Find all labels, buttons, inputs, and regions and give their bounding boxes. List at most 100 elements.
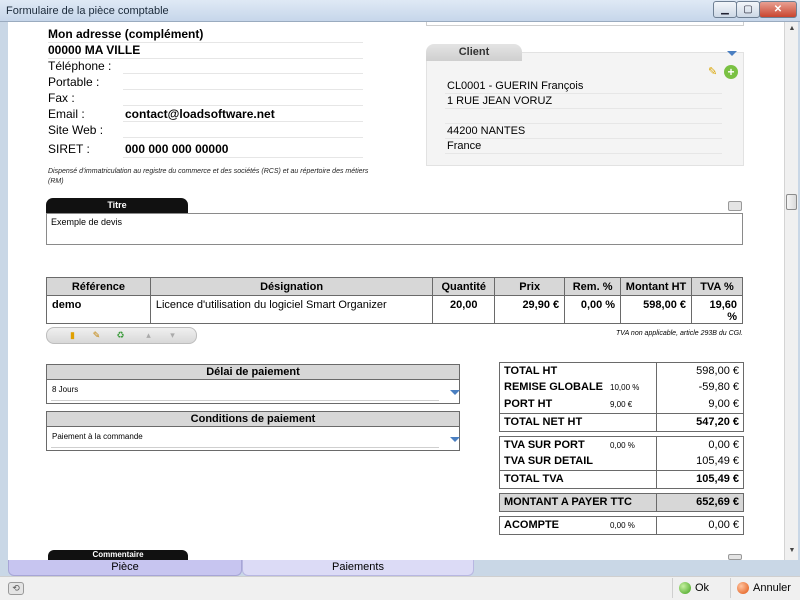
tva-detail-value: 105,49 €	[696, 455, 739, 467]
company-address: Mon adresse (complément)	[48, 27, 204, 41]
table-row[interactable]: demo Licence d'utilisation du logiciel S…	[46, 295, 743, 324]
add-icon[interactable]: +	[724, 65, 738, 79]
scroll-up-icon[interactable]: ▲	[787, 25, 797, 35]
remise-row: REMISE GLOBALE 10,00 % -59,80 €	[499, 379, 744, 396]
cell-reference[interactable]: demo	[46, 295, 151, 324]
conditions-select[interactable]: Paiement à la commande	[46, 427, 460, 451]
arrow-down-icon[interactable]: ▾	[167, 330, 178, 341]
siret-value[interactable]: 000 000 000 00000	[125, 142, 228, 156]
total-tva-value: 105,49 €	[696, 473, 739, 485]
fax-field[interactable]	[123, 105, 363, 106]
line-toolbar: ▮ ✎ ♻ ▴ ▾	[46, 327, 197, 344]
vat-note: TVA non applicable, article 293B du CGI.	[616, 330, 743, 337]
tva-detail-label: TVA SUR DETAIL	[504, 455, 594, 467]
divider	[51, 447, 439, 448]
arrow-up-icon[interactable]: ▴	[143, 330, 154, 341]
column-header: Rem. %	[564, 277, 622, 296]
titre-field[interactable]: Exemple de devis	[46, 213, 743, 245]
scroll-down-icon[interactable]: ▼	[787, 547, 797, 557]
conditions-header: Conditions de paiement	[46, 411, 460, 427]
recycle-icon[interactable]: ♻	[115, 330, 126, 341]
cell-discount[interactable]: 0,00 %	[564, 295, 622, 324]
ok-button[interactable]: Ok	[672, 578, 728, 598]
ttc-row: MONTANT A PAYER TTC 652,69 €	[499, 493, 744, 512]
tva-port-rate[interactable]: 0,00 %	[610, 441, 635, 450]
total-tva-label: TOTAL TVA	[504, 473, 564, 485]
titre-tab: Titre	[46, 198, 188, 214]
client-line: CL0001 - GUERIN François	[447, 80, 584, 92]
port-value: 9,00 €	[708, 398, 739, 410]
siret-label: SIRET :	[48, 142, 90, 156]
net-ht-label: TOTAL NET HT	[504, 416, 583, 428]
scroll-thumb[interactable]	[786, 194, 797, 210]
port-label: PORT HT	[504, 398, 553, 410]
column-header: Montant HT	[620, 277, 692, 296]
vertical-scrollbar[interactable]: ▲ ▼	[784, 22, 798, 560]
column-header: Désignation	[149, 277, 434, 296]
client-tab: Client	[426, 44, 522, 61]
printer-icon[interactable]	[728, 201, 742, 211]
tva-detail-row: TVA SUR DETAIL 105,49 €	[499, 453, 744, 470]
delay-select[interactable]: 8 Jours	[46, 380, 460, 404]
acompte-rate-input[interactable]: 0,00 %	[610, 521, 635, 530]
remise-label: REMISE GLOBALE	[504, 381, 604, 393]
mobile-field[interactable]	[123, 89, 363, 90]
phone-field[interactable]	[123, 73, 363, 74]
divider	[445, 123, 722, 124]
edit-line-icon[interactable]: ✎	[91, 330, 102, 341]
website-field[interactable]	[123, 137, 363, 138]
tab-piece[interactable]: Pièce	[8, 560, 242, 576]
divider	[123, 157, 363, 158]
minimize-button[interactable]: ▁	[713, 1, 737, 18]
remise-value: -59,80 €	[698, 381, 739, 393]
back-icon[interactable]: ⟲	[8, 582, 24, 595]
bottom-tabs: Pièce Paiements	[8, 560, 784, 576]
company-city: 00000 MA VILLE	[48, 43, 141, 57]
net-ht-value: 547,20 €	[696, 416, 739, 428]
total-tva-row: TOTAL TVA 105,49 €	[499, 470, 744, 489]
maximize-button[interactable]: ▢	[736, 1, 760, 18]
window-title: Formulaire de la pièce comptable	[6, 5, 169, 17]
tab-paiements[interactable]: Paiements	[242, 560, 474, 576]
divider	[445, 108, 722, 109]
cell-designation[interactable]: Licence d'utilisation du logiciel Smart …	[149, 295, 434, 324]
close-button[interactable]: ✕	[759, 1, 797, 18]
tva-port-label: TVA SUR PORT	[504, 439, 585, 451]
chevron-down-icon[interactable]	[727, 51, 737, 56]
phone-label: Téléphone :	[48, 59, 112, 73]
ok-label: Ok	[695, 582, 710, 594]
form-content: Mon adresse (complément) 00000 MA VILLE …	[8, 22, 784, 560]
legal-note: Dispensé d'immatriculation au registre d…	[48, 168, 369, 185]
net-ht-row: TOTAL NET HT 547,20 €	[499, 413, 744, 432]
divider	[445, 138, 722, 139]
total-ht-label: TOTAL HT	[504, 365, 558, 377]
new-line-icon[interactable]: ▮	[67, 330, 78, 341]
mobile-label: Portable :	[48, 75, 100, 89]
ttc-value: 652,69 €	[696, 496, 739, 508]
email-value[interactable]: contact@loadsoftware.net	[125, 107, 275, 121]
items-table: Référence Désignation Quantité Prix Rem.…	[46, 277, 743, 324]
cancel-label: Annuler	[753, 582, 791, 594]
cell-vat[interactable]: 19,60 %	[691, 295, 743, 324]
client-line: France	[447, 140, 482, 152]
acompte-value[interactable]: 0,00 €	[708, 519, 739, 531]
cancel-button[interactable]: Annuler	[730, 578, 800, 598]
port-input[interactable]: 9,00 €	[610, 400, 632, 409]
delay-header: Délai de paiement	[46, 364, 460, 380]
chevron-down-icon[interactable]	[450, 390, 460, 395]
divider	[445, 93, 722, 94]
email-label: Email :	[48, 107, 85, 121]
conditions-value: Paiement à la commande	[52, 432, 143, 441]
cell-price[interactable]: 29,90 €	[494, 295, 566, 324]
total-ht-row: TOTAL HT 598,00 €	[499, 362, 744, 380]
cell-amount[interactable]: 598,00 €	[620, 295, 692, 324]
remise-rate-input[interactable]: 10,00 %	[610, 383, 639, 392]
pencil-icon[interactable]: ✎	[708, 66, 721, 78]
divider	[445, 153, 722, 154]
website-label: Site Web :	[48, 123, 104, 137]
cell-quantity[interactable]: 20,00	[432, 295, 496, 324]
column-header: Prix	[494, 277, 566, 296]
client-line: 1 RUE JEAN VORUZ	[447, 95, 553, 107]
total-ht-value: 598,00 €	[696, 365, 739, 377]
chevron-down-icon[interactable]	[450, 437, 460, 442]
